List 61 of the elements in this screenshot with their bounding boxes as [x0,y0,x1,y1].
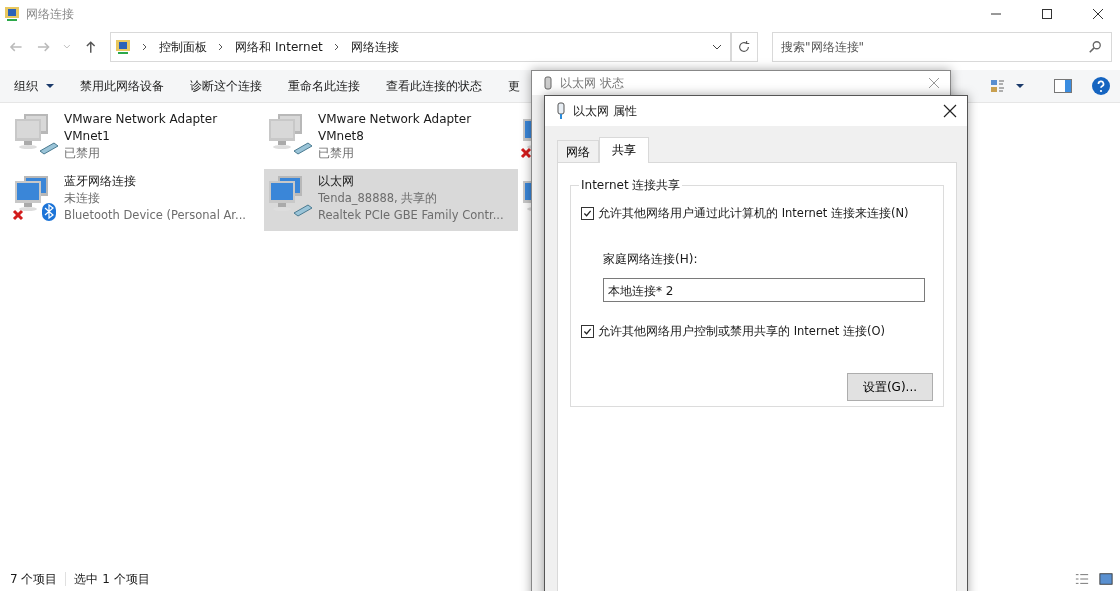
tab[interactable]: 网络 [557,140,599,162]
maximize-icon[interactable] [1041,8,1053,20]
details-view-icon[interactable] [1074,572,1090,586]
ethernet-plug-icon [557,102,565,120]
breadcrumb[interactable]: 网络连接 [350,38,399,56]
home-network-field[interactable]: 本地连接* 2 [603,278,925,302]
organize-menu[interactable]: 组织 [4,73,64,99]
connection-name: VMware Network Adapter VMnet1 [64,111,219,145]
caret-icon[interactable] [1016,82,1024,90]
ethernet-plug-icon [544,76,552,90]
item-count: 7 个项目 [10,570,58,588]
large-icons-view-icon[interactable] [1098,572,1114,586]
dropdown-icon[interactable] [711,42,722,52]
checkbox[interactable] [581,207,594,220]
device-name: Bluetooth Device (Personal Ar... [64,207,247,224]
toolbar-button[interactable]: 重命名此连接 [277,73,370,99]
selection-count: 选中 1 个项目 [74,570,150,588]
view-options-icon[interactable] [990,78,1006,94]
refresh-button[interactable] [730,32,758,62]
connection-status: Tenda_88888, 共享的 [318,190,439,207]
dialog-title: 以太网 状态 [560,74,624,92]
close-icon[interactable] [1092,8,1104,20]
checkmark-icon [583,209,592,218]
toolbar-button[interactable]: 查看此连接的状态 [375,73,492,99]
connection-status: 已禁用 [64,145,101,162]
toolbar-button[interactable]: 更 [497,73,530,99]
search-icon [1088,40,1102,54]
checkbox[interactable] [581,325,594,338]
connection-name: VMware Network Adapter VMnet8 [318,111,473,145]
group-title: Internet 连接共享 [580,177,682,194]
checkbox-label[interactable]: 允许其他网络用户控制或禁用共享的 Internet 连接(O) [598,324,885,339]
address-bar[interactable]: 控制面板 网络和 Internet 网络连接 [110,32,731,62]
dialog-title: 以太网 属性 [573,102,637,120]
connection-status: 未连接 [64,190,101,207]
toolbar-button[interactable]: 诊断这个连接 [179,73,272,99]
help-icon[interactable] [1092,77,1110,95]
connection-item[interactable]: 蓝牙网络连接 未连接 Bluetooth Device (Personal Ar... [10,169,264,231]
network-folder-icon [115,39,132,55]
toolbar-button[interactable]: 禁用此网络设备 [69,73,174,99]
connection-name: 蓝牙网络连接 [64,173,137,190]
connection-item[interactable]: 以太网 Tenda_88888, 共享的 Realtek PCIe GBE Family Contr... [264,169,518,231]
chevron-icon[interactable] [332,43,341,51]
tab[interactable]: 共享 [599,137,649,163]
device-name: Realtek PCIe GBE Family Contr... [318,207,505,224]
connection-item[interactable]: VMware Network Adapter VMnet8 已禁用 [264,107,518,169]
field-label: 家庭网络连接(H): [603,251,699,268]
network-folder-icon [4,6,20,22]
preview-pane-icon[interactable] [1054,79,1072,93]
window-title: 网络连接 [26,5,74,23]
breadcrumb[interactable]: 控制面板 [159,38,208,56]
checkmark-icon [583,327,592,336]
caret-icon [45,81,54,90]
connection-name: 以太网 [318,173,355,190]
settings-button[interactable]: 设置(G)... [847,373,933,401]
search-field[interactable]: 搜索"网络连接" [772,32,1112,62]
connection-item[interactable]: VMware Network Adapter VMnet1 已禁用 [10,107,264,169]
checkbox-label[interactable]: 允许其他网络用户通过此计算机的 Internet 连接来连接(N) [598,206,909,221]
breadcrumb[interactable]: 网络和 Internet [235,38,323,56]
refresh-icon [737,40,752,54]
connection-status: 已禁用 [318,145,355,162]
close-icon[interactable] [943,104,957,118]
